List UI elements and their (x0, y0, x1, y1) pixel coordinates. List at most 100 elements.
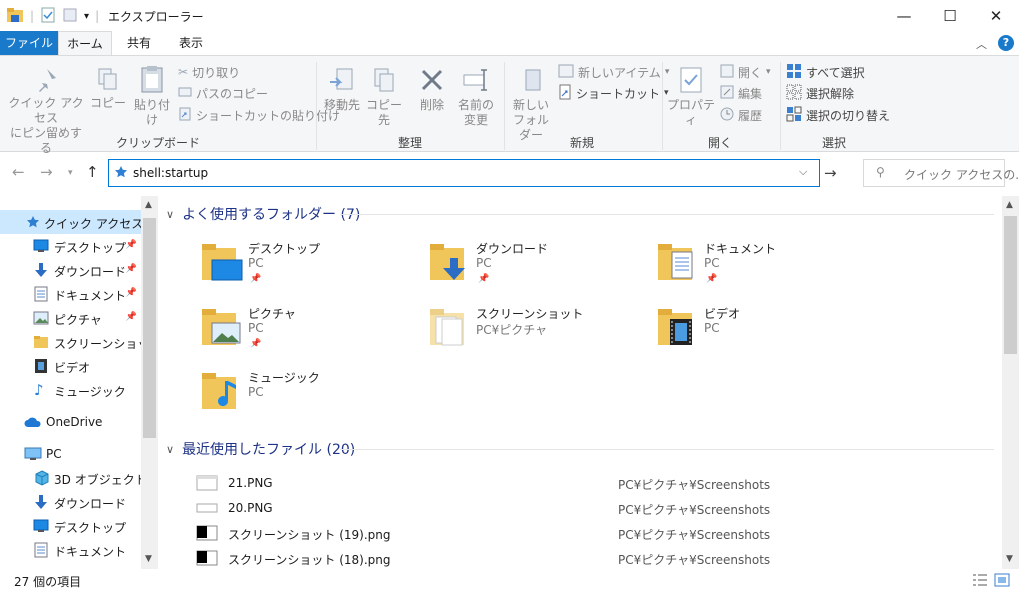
details-view-icon[interactable] (972, 573, 988, 590)
folder-tile-music[interactable]: ミュージック PC (160, 367, 380, 427)
new-folder-button[interactable]: 新しい フォルダー (508, 66, 554, 143)
forward-arrow-icon[interactable]: → (40, 163, 53, 181)
select-all-button[interactable]: すべて選択 (786, 62, 865, 82)
tab-home[interactable]: ホーム (58, 31, 112, 55)
rename-button[interactable]: 名前の 変更 (454, 66, 498, 128)
delete-button[interactable]: 削除 (414, 66, 450, 113)
folder-location: PC (248, 385, 264, 399)
help-icon[interactable]: ? (998, 35, 1014, 51)
folder-tile-downloads[interactable]: ダウンロード PC 📌 (388, 238, 608, 298)
tab-view[interactable]: 表示 (166, 31, 216, 55)
status-bar: 27 個の項目 (0, 569, 1019, 593)
shortcut-button[interactable]: ショートカット ▾ (558, 83, 669, 103)
large-icons-view-icon[interactable] (994, 573, 1010, 590)
nav-music[interactable]: ♪ ミュージック (0, 378, 141, 402)
recent-file-row[interactable]: 20.PNG PC¥ピクチャ¥Screenshots (194, 496, 994, 520)
folder-location: PC (248, 321, 264, 335)
cut-label: 切り取り (192, 65, 241, 80)
ribbon-collapse-icon[interactable]: ︿ (976, 36, 987, 52)
nav-pc-downloads[interactable]: ダウンロード (0, 490, 141, 514)
nav-quick-access[interactable]: クイック アクセス (0, 210, 143, 234)
edit-button[interactable]: 編集 (720, 83, 762, 103)
nav-pictures[interactable]: ピクチャ 📌 (0, 306, 141, 330)
address-bar[interactable]: shell:startup ⌵ (108, 159, 820, 187)
nav-pc-documents[interactable]: ドキュメント (0, 538, 141, 562)
scroll-down-arrow-icon[interactable]: ▼ (1006, 554, 1013, 564)
recent-file-row[interactable]: 21.PNG PC¥ピクチャ¥Screenshots (194, 471, 994, 495)
history-label: 履歴 (738, 108, 763, 123)
search-icon: ⚲ (876, 165, 885, 179)
select-none-icon (786, 84, 802, 103)
maximize-button[interactable]: ☐ (927, 0, 973, 31)
pin-icon: 📌 (250, 274, 262, 284)
go-arrow-icon[interactable]: → (824, 164, 837, 182)
nav-downloads[interactable]: ダウンロード 📌 (0, 258, 141, 282)
cube-3d-icon (34, 470, 50, 489)
scroll-down-arrow-icon[interactable]: ▼ (145, 554, 152, 564)
back-arrow-icon[interactable]: ← (12, 163, 25, 181)
minimize-button[interactable]: — (881, 0, 927, 31)
close-button[interactable]: ✕ (973, 0, 1019, 31)
nav-documents[interactable]: ドキュメント 📌 (0, 282, 141, 306)
nav-desktop[interactable]: デスクトップ 📌 (0, 234, 141, 258)
chevron-down-icon: ∨ (166, 207, 175, 221)
recent-file-row[interactable]: スクリーンショット (18).png PC¥ピクチャ¥Screenshots (194, 546, 994, 569)
recent-file-row[interactable]: スクリーンショット (19).png PC¥ピクチャ¥Screenshots (194, 521, 994, 545)
cut-button[interactable]: ✂ 切り取り (178, 62, 240, 82)
pin-icon: 📌 (250, 339, 262, 349)
shortcut-icon (558, 84, 572, 103)
tab-file[interactable]: ファイル (0, 31, 58, 55)
scroll-up-arrow-icon[interactable]: ▲ (1006, 200, 1013, 210)
properties-button[interactable]: プロパティ (666, 66, 716, 128)
frequent-folders-header[interactable]: ∨ よく使用するフォルダー (7) (166, 204, 360, 224)
move-to-icon (328, 66, 356, 98)
desktop-icon (33, 519, 49, 536)
invert-selection-button[interactable]: 選択の切り替え (786, 105, 890, 125)
pin-label-1: クイック アクセス (8, 96, 84, 125)
folder-tile-screenshots[interactable]: スクリーンショット PC¥ピクチャ (388, 303, 608, 363)
nav-onedrive[interactable]: OneDrive (0, 410, 141, 434)
nav-screenshots[interactable]: スクリーンショット (0, 330, 158, 354)
open-icon (720, 64, 734, 81)
copy-path-button[interactable]: パスのコピー (178, 83, 268, 103)
new-folder-qat-icon[interactable] (62, 7, 78, 26)
move-to-button[interactable]: 移動先 (322, 66, 362, 113)
recent-files-header[interactable]: ∨ 最近使用したファイル (20) (166, 439, 355, 459)
navigation-scrollbar[interactable]: ▲ ▼ (141, 196, 158, 569)
history-button[interactable]: 履歴 (720, 105, 762, 125)
copy-to-button[interactable]: コピー先 (364, 66, 404, 128)
pin-icon: 📌 (706, 274, 718, 284)
recent-locations-chevron-icon[interactable]: ▾ (68, 168, 73, 178)
content-scrollbar[interactable]: ▲ ▼ (1002, 196, 1019, 569)
pin-icon: 📌 (125, 264, 137, 274)
folder-tile-documents[interactable]: ドキュメント PC 📌 (616, 238, 836, 298)
recent-file-name: 21.PNG (228, 476, 273, 490)
nav-pc[interactable]: PC (0, 442, 141, 466)
folder-tile-videos[interactable]: ビデオ PC (616, 303, 836, 363)
qat-dropdown-icon[interactable]: ▾ (84, 11, 89, 22)
nav-3d-objects[interactable]: 3D オブジェクト (0, 466, 147, 490)
scroll-up-arrow-icon[interactable]: ▲ (145, 200, 152, 210)
folder-tile-pictures[interactable]: ピクチャ PC 📌 (160, 303, 380, 363)
explorer-folder-icon (6, 7, 24, 26)
tab-share[interactable]: 共有 (116, 31, 162, 55)
paste-icon (138, 64, 166, 98)
select-none-button[interactable]: 選択解除 (786, 83, 854, 103)
nav-videos[interactable]: ビデオ (0, 354, 141, 378)
recent-file-name: 20.PNG (228, 501, 273, 515)
nav-pc-desktop[interactable]: デスクトップ (0, 514, 141, 538)
open-button[interactable]: 開く ▾ (720, 62, 771, 82)
folder-tile-desktop[interactable]: デスクトップ PC 📌 (160, 238, 380, 298)
search-box[interactable]: ⚲ クイック アクセスの... (863, 159, 1019, 187)
copy-button[interactable]: コピー (90, 66, 126, 111)
properties-qat-icon[interactable] (40, 7, 56, 26)
address-dropdown-icon[interactable]: ⌵ (799, 165, 807, 179)
paste-button[interactable]: 貼り付け (130, 64, 174, 128)
content-scroll-thumb[interactable] (1004, 216, 1017, 354)
new-item-button[interactable]: 新しいアイテム ▾ (558, 62, 669, 82)
navigation-scroll-thumb[interactable] (143, 218, 156, 438)
document-icon (34, 542, 48, 561)
content-pane: ∨ よく使用するフォルダー (7) デスクトップ PC 📌 ダウンロード PC … (160, 196, 1002, 569)
png-file-icon (196, 475, 218, 494)
up-arrow-icon[interactable]: ↑ (86, 163, 99, 181)
